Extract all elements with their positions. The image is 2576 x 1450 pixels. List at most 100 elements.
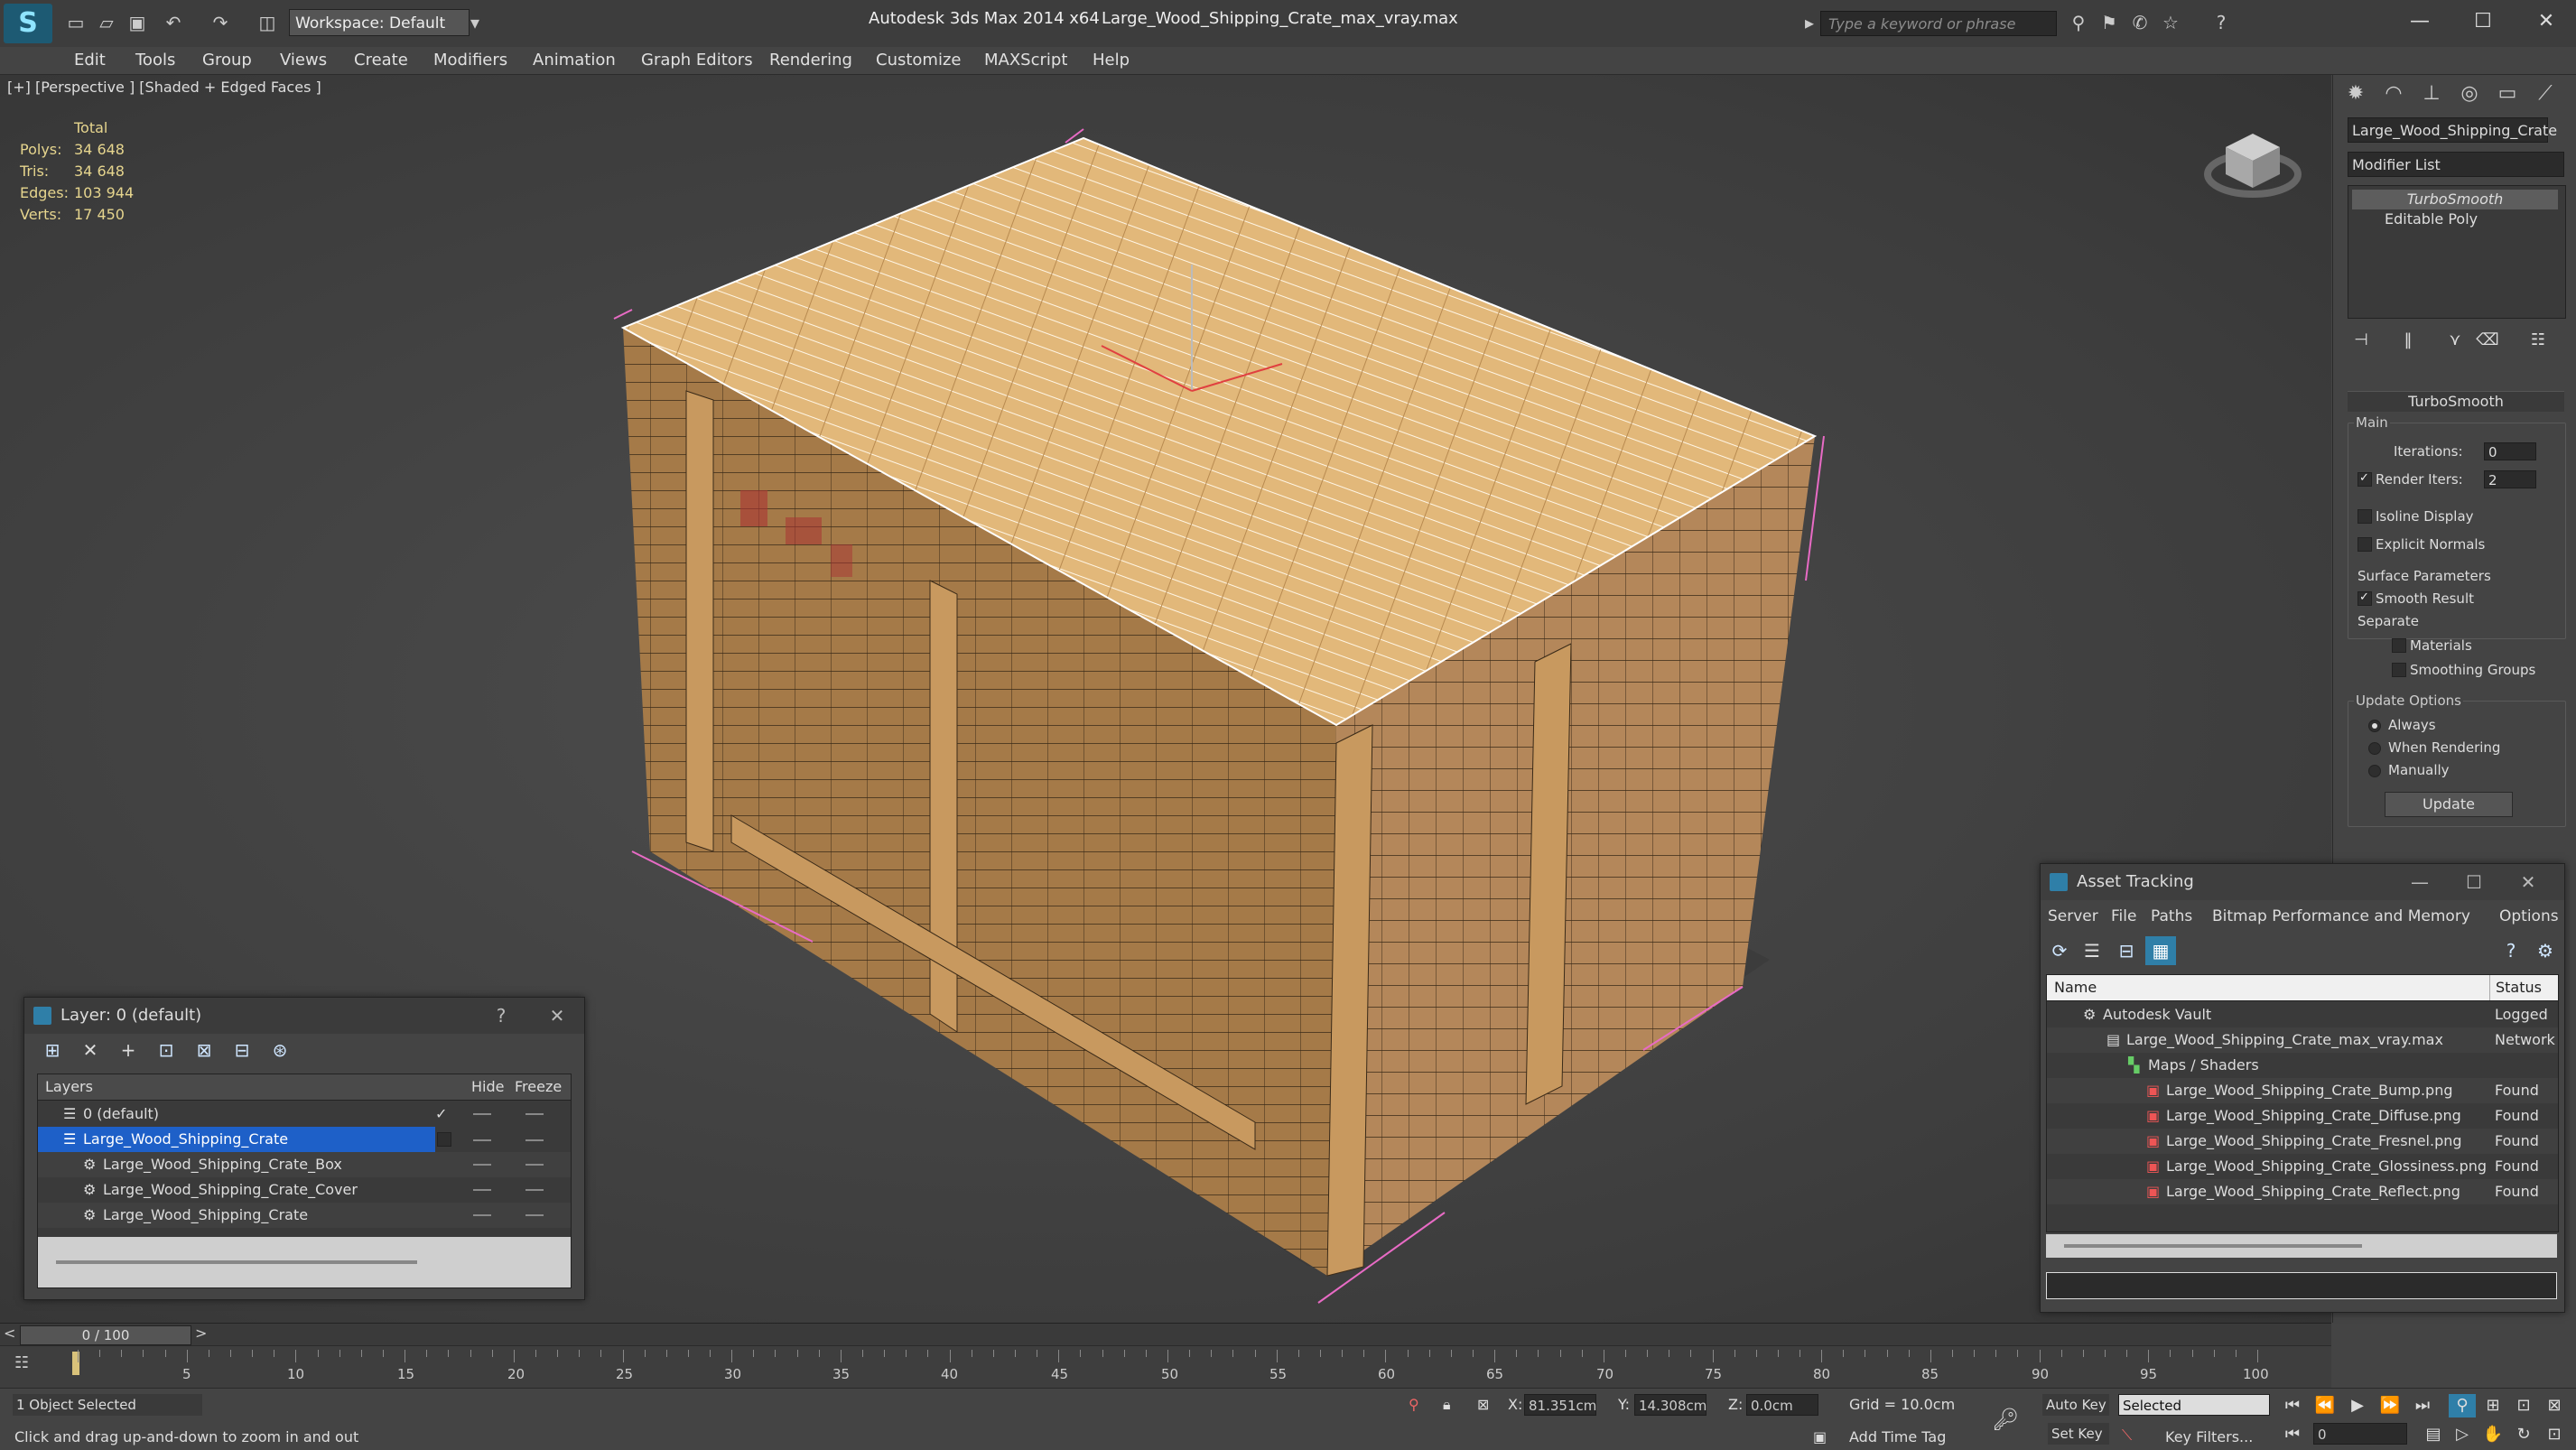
menu-help[interactable]: Help xyxy=(1093,51,1130,70)
select-in-layer-icon[interactable]: ⊡ xyxy=(151,1036,181,1064)
layer-row[interactable]: ☰ 0 (default) ✓ xyxy=(38,1101,571,1127)
save-icon[interactable]: ▣ xyxy=(125,11,150,34)
tree-view-icon[interactable]: ⊟ xyxy=(2111,936,2142,965)
show-end-result-icon[interactable]: ‖ xyxy=(2395,328,2422,353)
subscription-icon[interactable]: ⚑ xyxy=(2097,11,2122,34)
asset-row[interactable]: ▣ Large_Wood_Shipping_Crate_Bump.png Fou… xyxy=(2047,1078,2558,1103)
maximize-viewport-icon[interactable]: ⊡ xyxy=(2541,1423,2568,1446)
layer-close-icon[interactable]: ✕ xyxy=(539,998,575,1034)
modifier-list-dropdown[interactable]: Modifier List xyxy=(2348,152,2564,177)
menu-animation[interactable]: Animation xyxy=(533,51,616,70)
refresh-icon[interactable]: ⟳ xyxy=(2044,936,2075,965)
layer-row[interactable]: ⚙ Large_Wood_Shipping_Crate_Box xyxy=(38,1152,571,1177)
hierarchy-tab-icon[interactable]: ⊥ xyxy=(2416,79,2447,109)
open-file-icon[interactable]: ▱ xyxy=(94,11,119,34)
search-input[interactable]: Type a keyword or phrase xyxy=(1820,11,2057,36)
list-view-icon[interactable]: ☰ xyxy=(2077,936,2107,965)
asset-menu-paths[interactable]: Paths xyxy=(2151,907,2192,925)
close-icon[interactable]: ✕ xyxy=(2528,7,2564,36)
set-key-button[interactable]: Set Key xyxy=(2048,1423,2109,1445)
key-mode-toggle-icon[interactable]: ⏮ xyxy=(2279,1423,2306,1446)
pan-icon[interactable]: ✋ xyxy=(2479,1423,2506,1446)
materials-checkbox[interactable] xyxy=(2392,638,2406,653)
x-coordinate-field[interactable]: 81.351cm xyxy=(1524,1394,1596,1416)
create-tab-icon[interactable]: ✹ xyxy=(2340,79,2371,109)
asset-row[interactable]: ▣ Large_Wood_Shipping_Crate_Diffuse.png … xyxy=(2047,1103,2558,1129)
freeze-toggle[interactable] xyxy=(525,1214,544,1216)
layer-list[interactable]: Layers Hide Freeze ☰ 0 (default) ✓ ☰ Lar… xyxy=(37,1074,572,1288)
menu-maxscript[interactable]: MAXScript xyxy=(984,51,1067,70)
key-filters-button[interactable]: Key Filters... xyxy=(2165,1428,2253,1445)
asset-close-icon[interactable]: ✕ xyxy=(2510,864,2546,900)
menu-graph-editors[interactable]: Graph Editors xyxy=(641,51,753,70)
add-to-layer-icon[interactable]: + xyxy=(113,1036,144,1064)
isoline-display-checkbox[interactable] xyxy=(2357,509,2372,524)
layer-row[interactable]: ⚙ Large_Wood_Shipping_Crate_Cover xyxy=(38,1177,571,1203)
help-icon[interactable]: ? xyxy=(2209,11,2234,34)
time-tag-icon[interactable]: ▣ xyxy=(1813,1428,1827,1445)
hide-toggle[interactable] xyxy=(473,1139,491,1141)
transform-mode-icon[interactable]: ⊠ xyxy=(1477,1396,1489,1413)
asset-menu-options[interactable]: Options xyxy=(2499,907,2559,925)
freeze-toggle[interactable] xyxy=(525,1139,544,1141)
configure-modifier-sets-icon[interactable]: ☷ xyxy=(2525,328,2552,353)
asset-maximize-icon[interactable]: ☐ xyxy=(2456,864,2492,900)
menu-rendering[interactable]: Rendering xyxy=(769,51,852,70)
zoom-extents-icon[interactable]: ⊡ xyxy=(2510,1394,2537,1417)
asset-settings-icon[interactable]: ⚙ xyxy=(2530,936,2561,965)
time-slider[interactable]: < 0 / 100 > xyxy=(0,1323,2331,1345)
workspace-dropdown[interactable]: Workspace: Default xyxy=(289,9,470,36)
next-frame-icon[interactable]: ⏩ xyxy=(2376,1394,2404,1417)
time-config-icon[interactable]: ▤ xyxy=(2420,1423,2447,1446)
menu-customize[interactable]: Customize xyxy=(876,51,961,70)
layer-row[interactable]: ☰ Large_Wood_Shipping_Crate xyxy=(38,1127,435,1152)
project-folder-icon[interactable]: ◫ xyxy=(255,11,280,34)
search-expand-icon[interactable]: ▸ xyxy=(1797,11,1822,34)
time-slider-thumb[interactable]: 0 / 100 xyxy=(20,1325,191,1345)
hide-all-layers-icon[interactable]: ⊟ xyxy=(227,1036,257,1064)
asset-path-field[interactable] xyxy=(2046,1272,2557,1299)
menu-views[interactable]: Views xyxy=(280,51,327,70)
asset-list-scrollbar[interactable] xyxy=(2046,1234,2557,1258)
highlight-layer-icon[interactable]: ⊠ xyxy=(189,1036,219,1064)
auto-key-button[interactable]: Auto Key xyxy=(2042,1394,2109,1416)
explicit-normals-checkbox[interactable] xyxy=(2357,537,2372,552)
time-prev-icon[interactable]: < xyxy=(4,1325,15,1342)
maximize-icon[interactable]: ☐ xyxy=(2465,7,2501,36)
mini-curve-editor-icon[interactable]: ☷ xyxy=(14,1353,42,1379)
table-view-icon[interactable]: ▦ xyxy=(2145,936,2176,965)
col-freeze[interactable]: Freeze xyxy=(515,1074,562,1100)
current-frame-field[interactable]: 0 xyxy=(2313,1423,2407,1445)
layer-row[interactable]: ⚙ Large_Wood_Shipping_Crate xyxy=(38,1203,571,1228)
asset-menu-server[interactable]: Server xyxy=(2048,907,2098,925)
asset-row[interactable]: ▣ Large_Wood_Shipping_Crate_Fresnel.png … xyxy=(2047,1129,2558,1154)
always-radio[interactable] xyxy=(2368,720,2381,732)
when-rendering-radio[interactable] xyxy=(2368,742,2381,755)
selection-set-dropdown[interactable]: Selected xyxy=(2118,1394,2270,1416)
key-icon[interactable]: 🔑︎ xyxy=(1992,1407,2019,1432)
remove-modifier-icon[interactable]: ⌫ xyxy=(2474,328,2501,353)
layer-help-icon[interactable]: ? xyxy=(483,998,519,1034)
go-to-end-icon[interactable]: ⏭ xyxy=(2409,1394,2436,1417)
col-hide[interactable]: Hide xyxy=(471,1074,504,1100)
new-file-icon[interactable]: ▭ xyxy=(63,11,88,34)
hide-toggle[interactable] xyxy=(473,1214,491,1216)
freeze-toggle[interactable] xyxy=(525,1164,544,1166)
key-mode-icon[interactable]: ⟍ xyxy=(2122,1427,2132,1445)
stack-item-turbosmooth[interactable]: TurboSmooth xyxy=(2352,190,2558,209)
orbit-icon[interactable]: ↻ xyxy=(2510,1423,2537,1446)
asset-row[interactable]: ▤ Large_Wood_Shipping_Crate_max_vray.max… xyxy=(2047,1027,2558,1053)
asset-menu-file[interactable]: File xyxy=(2111,907,2136,925)
modifier-stack[interactable]: TurboSmooth Editable Poly xyxy=(2348,185,2566,319)
freeze-all-layers-icon[interactable]: ⊛ xyxy=(265,1036,295,1064)
freeze-toggle[interactable] xyxy=(525,1189,544,1191)
asset-minimize-icon[interactable]: — xyxy=(2402,864,2438,900)
scrollbar-thumb[interactable] xyxy=(56,1260,417,1264)
object-name-field[interactable]: Large_Wood_Shipping_Crate xyxy=(2348,117,2557,143)
col-name[interactable]: Name xyxy=(2054,975,2097,1000)
modify-tab-icon[interactable]: ◠ xyxy=(2378,79,2409,109)
y-coordinate-field[interactable]: 14.308cm xyxy=(1634,1394,1706,1416)
workspace-arrow-icon[interactable]: ▾ xyxy=(462,11,488,34)
delete-layer-icon[interactable]: ✕ xyxy=(75,1036,106,1064)
favorites-icon[interactable]: ☆ xyxy=(2158,11,2183,34)
